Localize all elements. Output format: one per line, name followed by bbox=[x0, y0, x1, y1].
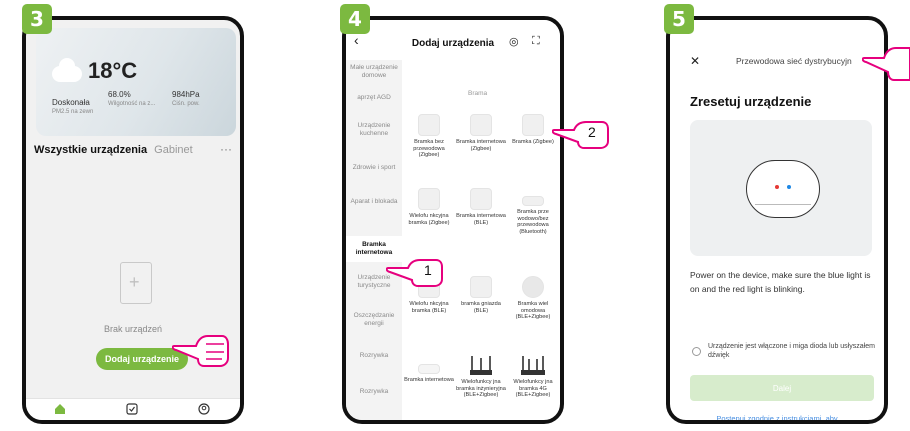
device-tile[interactable]: bramka gniazda (BLE) bbox=[456, 276, 506, 314]
blue-led bbox=[787, 185, 791, 189]
instructions-link[interactable]: Postępuj zgodnie z instrukcjami, aby bbox=[670, 414, 884, 420]
more-icon[interactable]: ··· bbox=[220, 142, 232, 156]
category-item[interactable]: Małe urządzenie domowe bbox=[346, 64, 402, 80]
pointing-hand-icon bbox=[172, 335, 229, 367]
device-tile[interactable]: Bramka prze wodowo/bez przewodowa (Bluet… bbox=[508, 188, 558, 235]
gateway-device-image bbox=[746, 160, 820, 218]
device-tile[interactable]: Bramka internetowa (BLE) bbox=[456, 188, 506, 226]
temperature: 18°C bbox=[88, 58, 138, 83]
category-item[interactable]: Oszczędzanie energii bbox=[346, 312, 402, 328]
tab-all-devices[interactable]: Wszystkie urządzenia bbox=[34, 144, 147, 156]
device-illustration bbox=[690, 120, 872, 256]
pointing-hand-icon bbox=[386, 259, 443, 287]
category-item[interactable]: aprzęt AGD bbox=[346, 94, 402, 102]
air-quality: Doskonała bbox=[52, 98, 90, 107]
target-icon[interactable]: ◎ bbox=[509, 35, 519, 48]
home-icon[interactable] bbox=[54, 403, 66, 418]
pressure: 984hPa bbox=[172, 90, 200, 99]
device-tile[interactable]: Wielofu nkcyjna bramka (Zigbee) bbox=[404, 188, 454, 226]
phone-screen-add-devices: ‹ Dodaj urządzenia ◎ ⛶ Małe urządzenie d… bbox=[342, 16, 564, 424]
reset-heading: Zresetuj urządzenie bbox=[690, 94, 812, 109]
device-tile[interactable]: Wielofunkcy jna bramka 4G (BLE+Zigbee) bbox=[508, 354, 558, 399]
pointing-hand-icon bbox=[552, 121, 609, 149]
confirm-label[interactable]: Urządzenie jest włączone i miga dioda lu… bbox=[708, 342, 878, 360]
document-plus-icon: + bbox=[120, 262, 152, 304]
step-badge-5: 5 bbox=[664, 4, 694, 34]
pointing-hand-icon bbox=[862, 47, 910, 81]
step-badge-4: 4 bbox=[340, 4, 370, 34]
category-item[interactable]: Zdrowie i sport bbox=[346, 164, 402, 172]
device-tile[interactable]: Bramka (Zigbee) bbox=[508, 114, 558, 146]
device-tile[interactable]: Bramka bez przewodowa (Zigbee) bbox=[404, 114, 454, 159]
device-tile[interactable]: Bramka internetowa (Zigbee) bbox=[456, 114, 506, 152]
room-tabs: Wszystkie urządzenia Gabinet bbox=[34, 144, 193, 156]
weather-card[interactable]: 18°C Doskonała PM2.5 na zewn 68.0% Wilgo… bbox=[36, 28, 236, 136]
category-sidebar: Małe urządzenie domowe aprzęt AGD Urządz… bbox=[346, 60, 402, 420]
red-led bbox=[775, 185, 779, 189]
close-icon[interactable]: ✕ bbox=[690, 54, 700, 68]
section-label: Brama bbox=[468, 90, 488, 97]
device-grid: Brama Bramka bez przewodowa (Zigbee) Bra… bbox=[402, 60, 560, 420]
category-item[interactable]: Rozrywka bbox=[346, 352, 402, 360]
humidity: 68.0% bbox=[108, 90, 131, 99]
phone-screen-reset-device: ✕ Przewodowa sieć dystrybucyjn Zresetuj … bbox=[666, 16, 888, 424]
page-title: Przewodowa sieć dystrybucyjn bbox=[736, 56, 852, 66]
pressure-sub: Ciśn. pow. bbox=[172, 101, 200, 107]
tab-room[interactable]: Gabinet bbox=[154, 144, 193, 156]
callout-number-1: 1 bbox=[424, 262, 432, 278]
humidity-sub: Wilgotność na z... bbox=[108, 101, 156, 107]
next-button[interactable]: Dalej bbox=[690, 375, 874, 401]
scan-icon[interactable]: ⛶ bbox=[532, 35, 540, 48]
add-devices-header: ‹ Dodaj urządzenia ◎ ⛶ bbox=[346, 20, 560, 60]
callout-number-2: 2 bbox=[588, 124, 596, 140]
bottom-nav bbox=[26, 398, 240, 420]
profile-icon[interactable] bbox=[198, 403, 210, 418]
air-quality-sub: PM2.5 na zewn bbox=[52, 109, 94, 115]
category-item[interactable]: Urządzenie kuchenne bbox=[346, 122, 402, 138]
device-tile[interactable]: Bramka wiel omodowa (BLE+Zigbee) bbox=[508, 276, 558, 321]
category-item[interactable]: Rozrywka bbox=[346, 388, 402, 396]
confirm-radio[interactable] bbox=[692, 347, 701, 356]
category-item[interactable]: Aparat i blokada bbox=[346, 198, 402, 206]
instruction-text: Power on the device, make sure the blue … bbox=[690, 270, 871, 294]
page-title: Dodaj urządzenia bbox=[411, 38, 495, 49]
device-tile[interactable]: Wielofunkcy jna bramka inżynieryjna (BLE… bbox=[456, 354, 506, 399]
step-badge-3: 3 bbox=[22, 4, 52, 34]
cloud-icon bbox=[52, 58, 82, 82]
scene-icon[interactable] bbox=[126, 403, 138, 418]
device-tile[interactable]: Bramka internetowa bbox=[404, 354, 454, 384]
